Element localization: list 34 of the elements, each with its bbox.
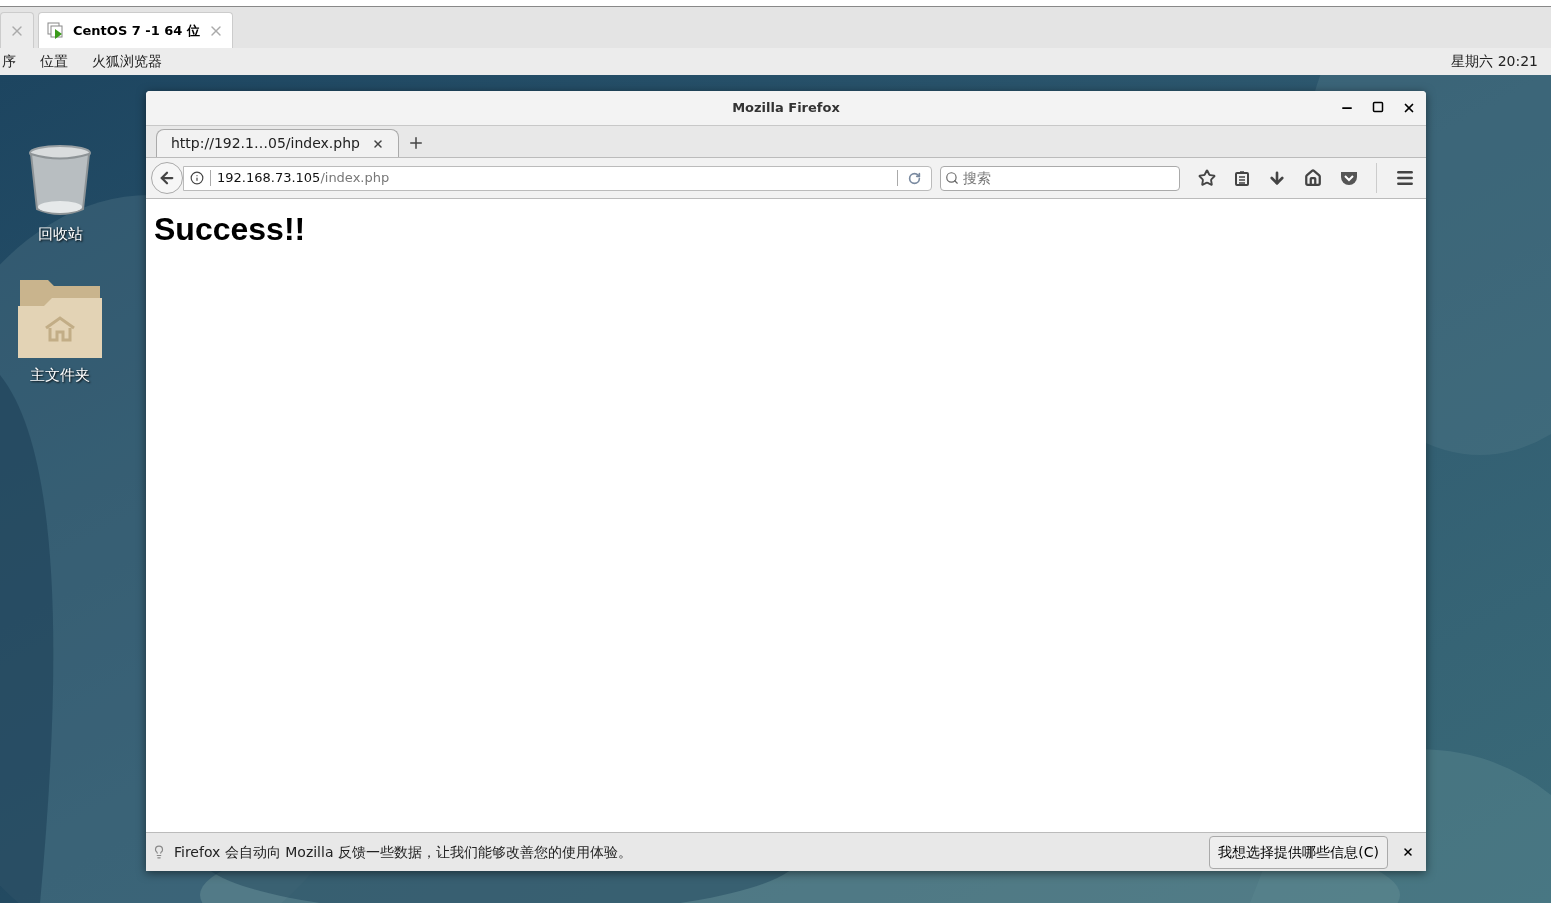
search-field[interactable]: 搜索 [940,165,1180,191]
top-bar-menu[interactable]: 火狐浏览器 [92,51,162,72]
url-text: 192.168.73.105/index.php [217,169,390,188]
info-icon[interactable] [190,171,204,185]
vm-tab[interactable]: CentOS 7 -1 64 位 [38,12,233,48]
page-heading: Success!! [154,210,307,249]
star-icon[interactable] [1198,169,1216,187]
clock[interactable]: 星期六 20:21 [1451,51,1538,72]
search-icon [945,171,959,185]
browser-tab[interactable]: http://192.1…05/index.php [156,129,399,157]
desktop-icon-label[interactable]: 主文件夹 [30,364,90,387]
notification-button[interactable]: 我想选择提供哪些信息(C) [1209,835,1388,869]
close-icon[interactable] [1402,101,1416,115]
back-button[interactable] [151,162,183,194]
top-bar-menu[interactable]: 位置 [40,51,68,72]
vm-tab-label: CentOS 7 -1 64 位 [73,21,200,40]
menu-icon[interactable] [1395,168,1415,188]
close-icon[interactable] [1402,846,1414,858]
window-title: Mozilla Firefox [732,99,840,118]
vm-icon [47,21,65,40]
pocket-icon[interactable] [1340,170,1358,186]
url-field[interactable]: 192.168.73.105/index.php [183,165,932,191]
close-icon[interactable] [371,137,384,150]
reload-icon[interactable] [908,171,921,185]
tab-title: http://192.1…05/index.php [171,134,360,153]
maximize-icon[interactable] [1372,101,1384,113]
top-bar-menu[interactable]: 序 [2,51,16,72]
home-icon[interactable] [1304,169,1322,187]
reading-list-icon[interactable] [1234,170,1250,186]
desktop-icon-label[interactable]: 回收站 [37,223,83,246]
download-icon[interactable] [1268,169,1286,187]
back-icon [158,169,176,187]
lightbulb-icon [152,845,166,859]
notification-text: Firefox 会自动向 Mozilla 反馈一些数据，让我们能够改善您的使用体验。 [174,842,632,862]
